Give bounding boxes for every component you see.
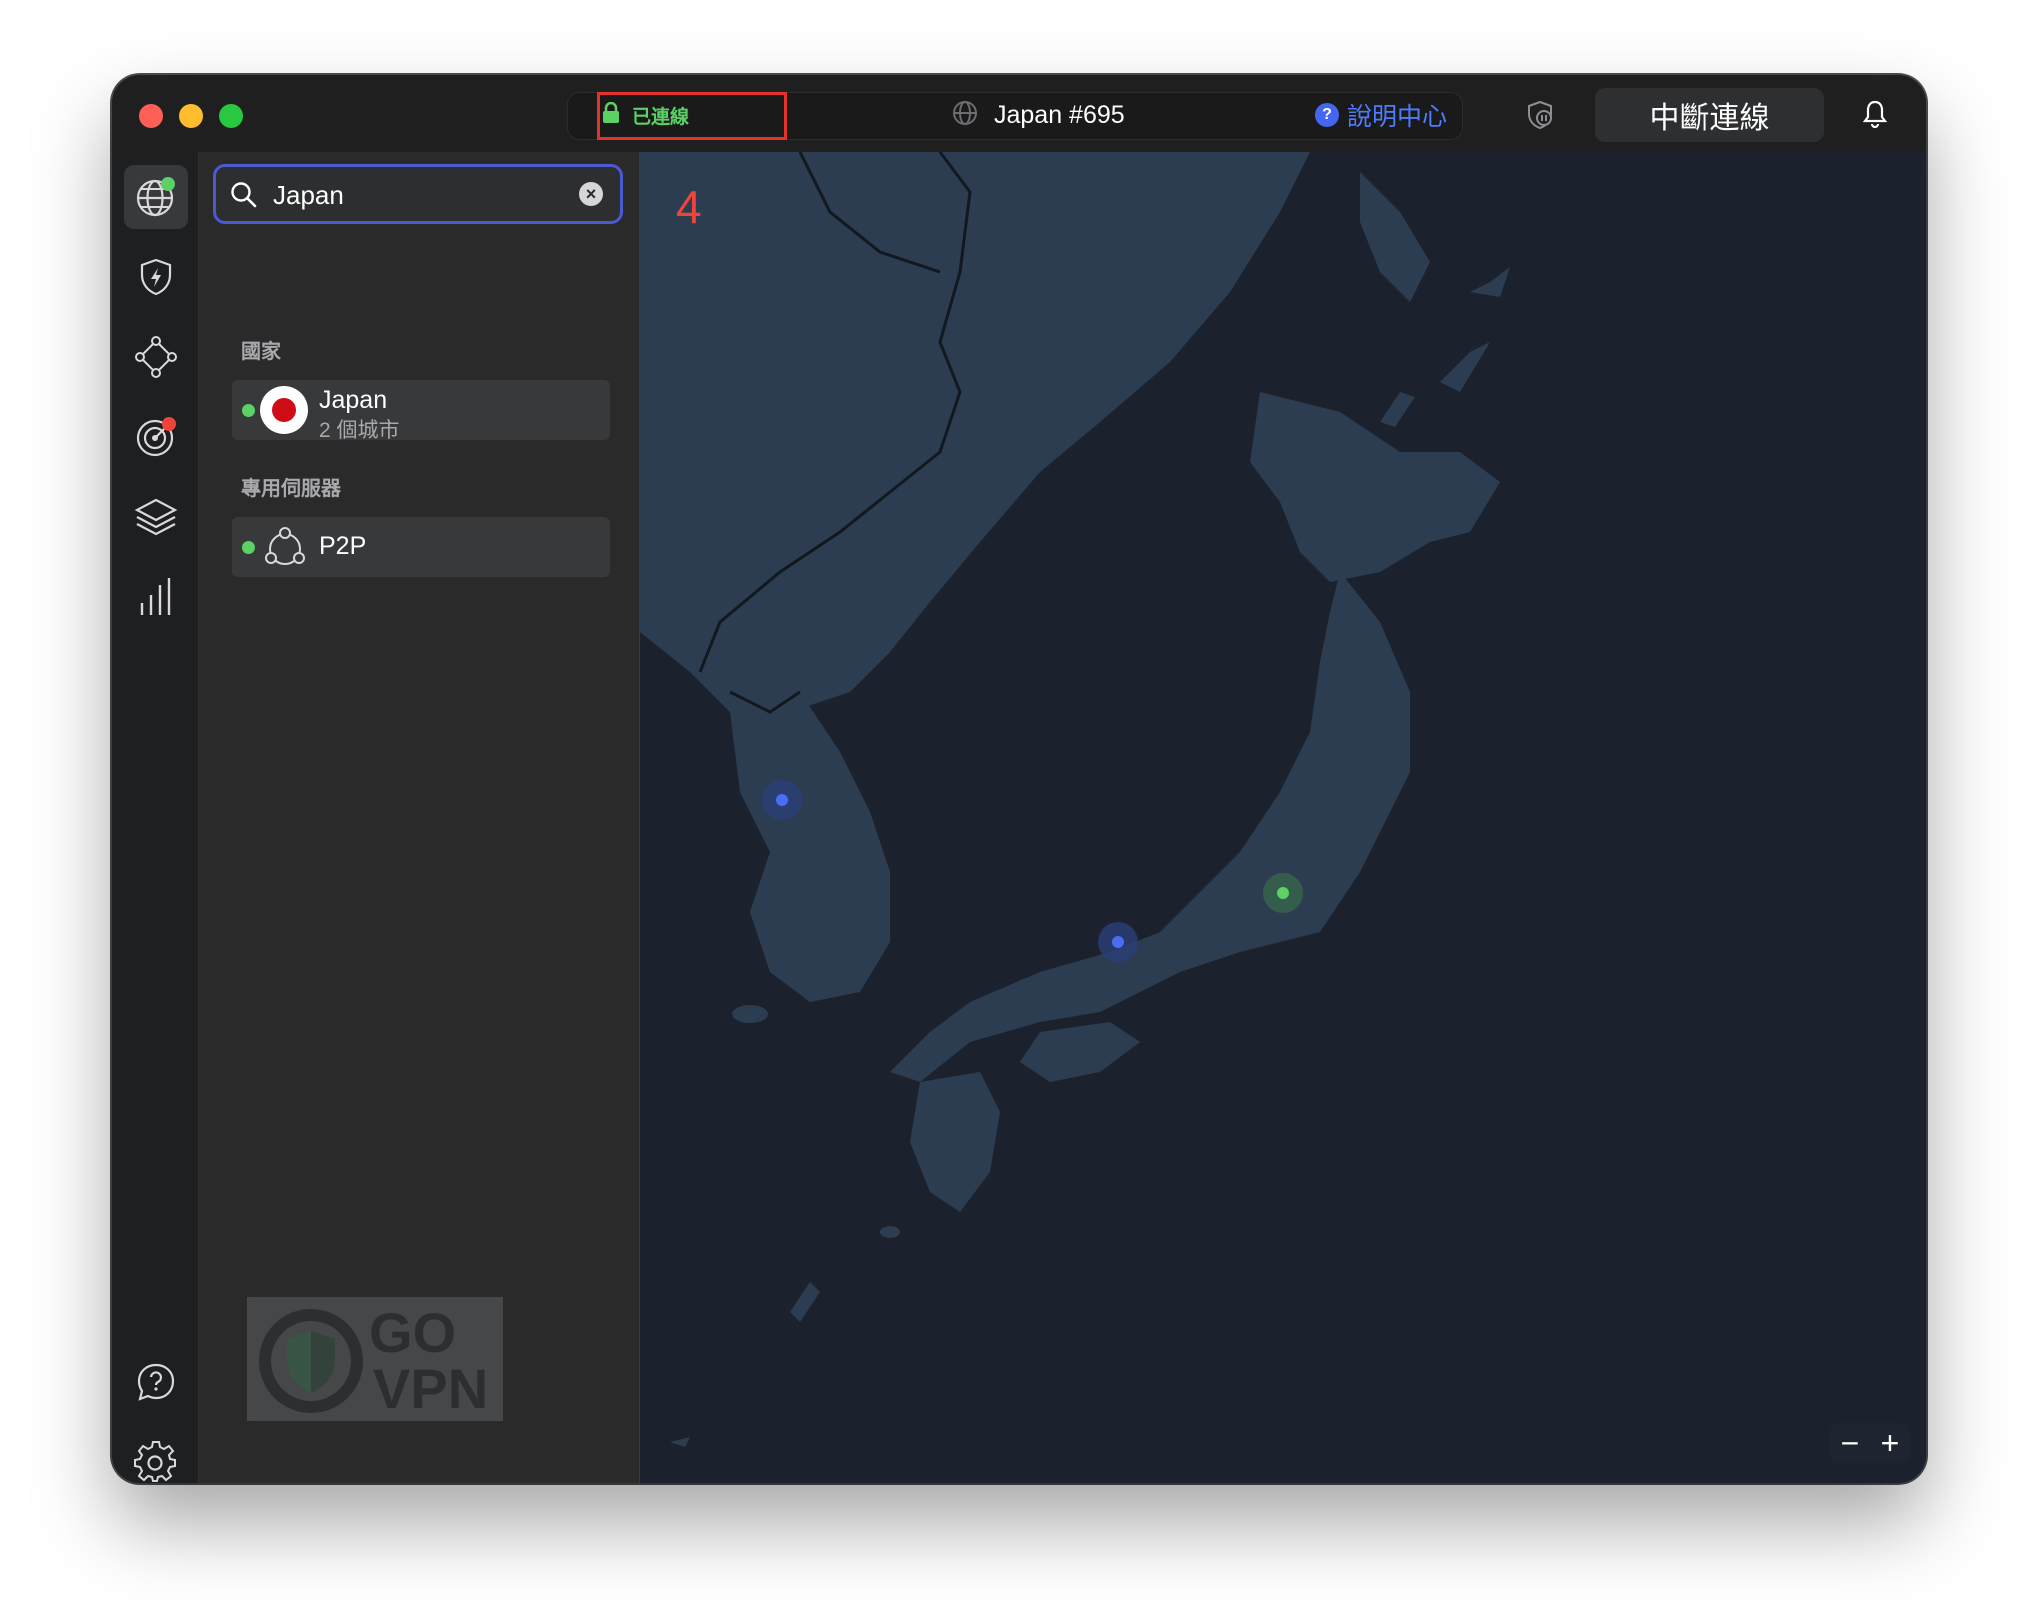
country-name: Japan: [319, 386, 388, 414]
server-name: Japan #695: [994, 100, 1125, 129]
nav-settings[interactable]: [124, 1430, 188, 1483]
zoom-in-button[interactable]: +: [1881, 1427, 1900, 1459]
close-window-button[interactable]: [139, 104, 163, 128]
gear-icon: [134, 1440, 178, 1483]
current-server[interactable]: Japan #695: [952, 97, 1125, 133]
countries-section-title: 國家: [241, 341, 281, 363]
shield-bolt-icon: [136, 257, 176, 297]
bar-chart-icon: [136, 575, 176, 619]
nav-countries[interactable]: [124, 165, 188, 229]
help-center-link[interactable]: ? 說明中心: [1315, 97, 1447, 133]
japan-flag-icon: [260, 386, 308, 434]
nav-statistics[interactable]: [124, 565, 188, 629]
zoom-out-button[interactable]: −: [1841, 1427, 1860, 1459]
disconnect-button[interactable]: 中斷連線: [1595, 88, 1824, 142]
specialty-row-p2p[interactable]: P2P: [232, 517, 610, 577]
app-window: 已連線 Japan #695 ? 說明中心 中斷連線 Japan × 國家 Ja…: [112, 75, 1926, 1483]
country-row-japan[interactable]: Japan 2 個城市: [232, 380, 610, 442]
question-icon: ?: [1315, 103, 1339, 127]
shield-logo-icon: [259, 1309, 363, 1413]
connected-dot: [242, 404, 255, 417]
nav-threat-protection[interactable]: [124, 245, 188, 309]
p2p-icon: [262, 525, 308, 576]
map-pin-osaka[interactable]: [1098, 922, 1138, 962]
search-input[interactable]: [271, 175, 575, 215]
specialty-name: P2P: [319, 532, 367, 560]
map-pin-tokyo[interactable]: [1263, 873, 1303, 913]
navigation-rail: [112, 152, 199, 1483]
search-box[interactable]: ×: [213, 164, 623, 224]
bell-icon[interactable]: [1862, 99, 1888, 134]
layers-icon: [133, 494, 179, 540]
globe-icon: [952, 100, 978, 131]
watermark-line2: VPN: [373, 1357, 489, 1420]
pause-shield-icon[interactable]: [1524, 99, 1556, 136]
highlight-box: [597, 92, 787, 140]
watermark-logo: GO VPN: [247, 1297, 503, 1421]
specialty-section-title: 專用伺服器: [241, 478, 341, 500]
annotation-number: 4: [676, 181, 702, 233]
nav-dark-web-monitor[interactable]: [124, 405, 188, 469]
radar-icon: [134, 415, 178, 459]
title-bar: 已連線 Japan #695 ? 說明中心 中斷連線: [112, 75, 1926, 154]
map-pins: [762, 780, 1303, 962]
country-city-count: 2 個城市: [319, 419, 400, 442]
globe-icon: [134, 175, 178, 219]
connected-dot: [242, 541, 255, 554]
minimize-window-button[interactable]: [179, 104, 203, 128]
nav-help[interactable]: [124, 1350, 188, 1414]
search-icon: [230, 181, 258, 214]
clear-search-icon[interactable]: ×: [579, 182, 603, 206]
zoom-window-button[interactable]: [219, 104, 243, 128]
nav-split-tunneling[interactable]: [124, 485, 188, 549]
world-map[interactable]: [640, 152, 1926, 1483]
meshnet-icon: [134, 335, 178, 379]
watermark-line1: GO: [369, 1301, 457, 1364]
help-bubble-icon: [135, 1361, 177, 1403]
help-center-label: 說明中心: [1347, 103, 1448, 131]
nav-meshnet[interactable]: [124, 325, 188, 389]
server-list-panel: × 國家 Japan 2 個城市 專用伺服器 P2P: [199, 152, 640, 1483]
map-pin-seoul[interactable]: [762, 780, 802, 820]
map-zoom-controls: − +: [1830, 1423, 1910, 1463]
